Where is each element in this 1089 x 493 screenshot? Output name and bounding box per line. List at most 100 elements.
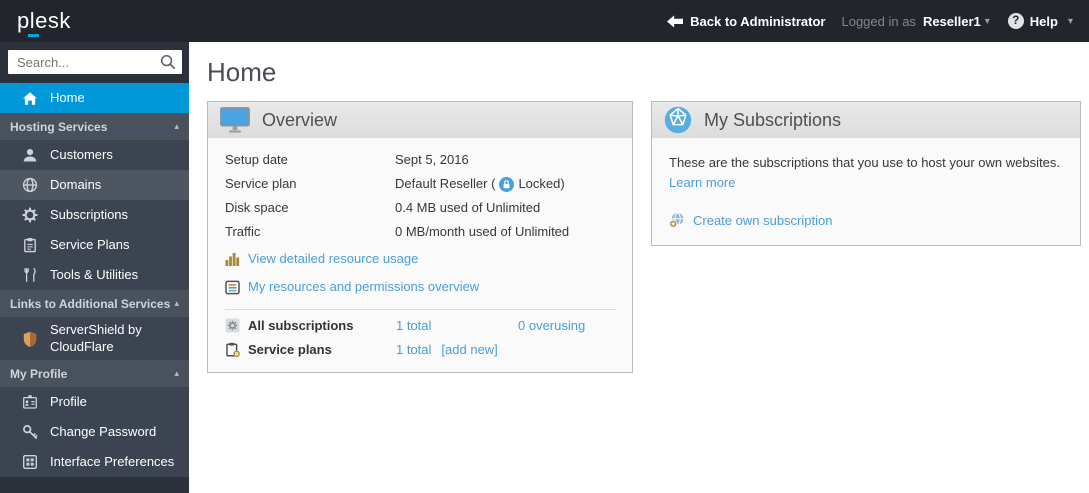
stat-label: All subscriptions — [248, 318, 354, 333]
topbar-right: Back to Administrator Logged in as Resel… — [667, 13, 1089, 29]
info-row-traffic: Traffic 0 MB/month used of Unlimited — [225, 224, 616, 240]
sidebar-item-label: Service Plans — [50, 236, 130, 252]
stat-label: Service plans — [248, 342, 332, 357]
info-label: Traffic — [225, 224, 261, 239]
overview-title: Overview — [262, 109, 338, 130]
id-badge-icon — [21, 394, 38, 411]
back-label: Back to Administrator — [690, 13, 826, 29]
help-menu[interactable]: ? Help ▾ — [1007, 13, 1073, 29]
add-new-plan-link[interactable]: [add new] — [441, 341, 497, 358]
clipboard-icon — [21, 237, 38, 254]
all-subscriptions-row: All subscriptions 1 total 0 overusing — [225, 317, 616, 334]
overview-panel: Overview Setup date Sept 5, 2016 Service… — [207, 101, 633, 373]
info-value: 0 MB/month used of Unlimited — [395, 224, 570, 239]
my-subscriptions-title: My Subscriptions — [704, 109, 842, 130]
search-icon[interactable] — [160, 54, 176, 73]
sidebar-item-change-password[interactable]: Change Password — [0, 417, 189, 447]
topbar: plesk Back to Administrator Logged in as… — [0, 0, 1089, 42]
info-row-service-plan: Service plan Default Reseller ( Locked) — [225, 176, 616, 192]
logged-in-as-label: Logged in as — [841, 13, 916, 29]
overview-panel-body: Setup date Sept 5, 2016 Service plan Def… — [208, 139, 632, 372]
gear-icon — [21, 207, 38, 224]
description-text: These are the subscriptions that you use… — [669, 155, 1060, 170]
back-arrow-icon — [667, 14, 684, 28]
my-subscriptions-panel-body: These are the subscriptions that you use… — [652, 139, 1080, 245]
sidebar-item-tools-utilities[interactable]: Tools & Utilities — [0, 260, 189, 290]
servershield-icon — [21, 330, 38, 347]
sidebar-item-service-plans[interactable]: Service Plans — [0, 230, 189, 260]
sidebar-section-my-profile[interactable]: My Profile ▴ — [0, 360, 189, 387]
lock-icon — [499, 176, 515, 192]
info-label: Service plan — [225, 176, 297, 191]
globe-icon — [21, 177, 38, 194]
sidebar-item-subscriptions[interactable]: Subscriptions — [0, 200, 189, 230]
clipboard-gear-icon — [225, 342, 241, 358]
service-plans-total-link[interactable]: 1 total — [396, 341, 431, 358]
collapse-caret-icon: ▴ — [174, 121, 179, 132]
logo-text: plesk — [17, 8, 71, 33]
resource-usage-row: View detailed resource usage — [225, 251, 616, 267]
search-input[interactable] — [8, 50, 182, 74]
customers-icon — [21, 147, 38, 164]
sidebar-item-label: Home — [50, 89, 85, 105]
my-subscriptions-panel: My Subscriptions These are the subscript… — [651, 101, 1081, 247]
resources-permissions-link[interactable]: My resources and permissions overview — [248, 279, 479, 295]
section-label: My Profile — [10, 366, 68, 381]
sidebar-search — [0, 42, 189, 83]
sidebar-item-interface-preferences[interactable]: Interface Preferences — [0, 447, 189, 477]
create-subscription-row: Create own subscription — [669, 212, 1064, 229]
sidebar-item-domains[interactable]: Domains — [0, 170, 189, 200]
sidebar: Home Hosting Services ▴ Customers Domain… — [0, 42, 189, 493]
locked-label: Locked) — [518, 176, 565, 191]
help-icon: ? — [1007, 13, 1024, 29]
info-value: 0.4 MB used of Unlimited — [395, 200, 541, 215]
overview-panel-header: Overview — [208, 102, 632, 139]
sidebar-item-home[interactable]: Home — [0, 83, 189, 113]
logo-underline — [28, 34, 39, 37]
sidebar-item-customers[interactable]: Customers — [0, 140, 189, 170]
collapse-caret-icon: ▴ — [174, 298, 179, 309]
service-plans-row: Service plans 1 total [add new] — [225, 341, 616, 358]
sidebar-item-label: Customers — [50, 146, 113, 162]
document-list-icon — [225, 280, 240, 295]
user-menu[interactable]: Reseller1 ▾ — [923, 14, 990, 29]
gear-box-icon — [225, 318, 241, 333]
view-resource-usage-link[interactable]: View detailed resource usage — [248, 251, 418, 267]
back-to-administrator-link[interactable]: Back to Administrator — [667, 14, 825, 29]
sidebar-item-servershield[interactable]: ServerShield by CloudFlare — [0, 317, 189, 360]
divider — [225, 309, 616, 310]
my-subscriptions-panel-header: My Subscriptions — [652, 102, 1080, 139]
home-icon — [21, 90, 38, 107]
subscriptions-globe-icon — [664, 106, 692, 134]
grid-icon — [21, 454, 38, 471]
subscriptions-overusing-link[interactable]: 0 overusing — [518, 317, 585, 334]
info-value: Default Reseller ( Locked) — [395, 176, 565, 192]
key-icon — [21, 424, 38, 441]
sidebar-item-label: Tools & Utilities — [50, 266, 139, 282]
info-row-setup-date: Setup date Sept 5, 2016 — [225, 152, 616, 168]
resources-overview-row: My resources and permissions overview — [225, 279, 616, 295]
chevron-down-icon: ▾ — [984, 15, 990, 27]
subscriptions-total-link[interactable]: 1 total — [396, 317, 518, 334]
sidebar-item-label: Domains — [50, 176, 102, 192]
sidebar-section-additional-services[interactable]: Links to Additional Services ▴ — [0, 290, 189, 317]
sidebar-item-label: ServerShield by CloudFlare — [50, 322, 142, 354]
sidebar-item-label: Profile — [50, 393, 87, 409]
info-label: Disk space — [225, 200, 289, 215]
section-label: Links to Additional Services — [10, 296, 171, 311]
sidebar-item-label: Subscriptions — [50, 206, 129, 222]
sidebar-item-profile[interactable]: Profile — [0, 387, 189, 417]
page-title: Home — [207, 57, 277, 87]
create-own-subscription-link[interactable]: Create own subscription — [693, 213, 832, 228]
sidebar-item-label: Interface Preferences — [50, 453, 175, 469]
plesk-logo[interactable]: plesk — [17, 8, 71, 37]
sidebar-section-hosting-services[interactable]: Hosting Services ▴ — [0, 113, 189, 140]
info-label: Setup date — [225, 152, 288, 167]
sidebar-nav: Home Hosting Services ▴ Customers Domain… — [0, 83, 189, 477]
help-label: Help — [1029, 13, 1058, 29]
panels-row: Overview Setup date Sept 5, 2016 Service… — [207, 101, 1089, 373]
learn-more-link[interactable]: Learn more — [669, 175, 735, 190]
service-plan-name: Default Reseller ( — [395, 176, 496, 191]
monitor-icon — [220, 107, 250, 133]
globe-plus-icon — [669, 212, 685, 229]
